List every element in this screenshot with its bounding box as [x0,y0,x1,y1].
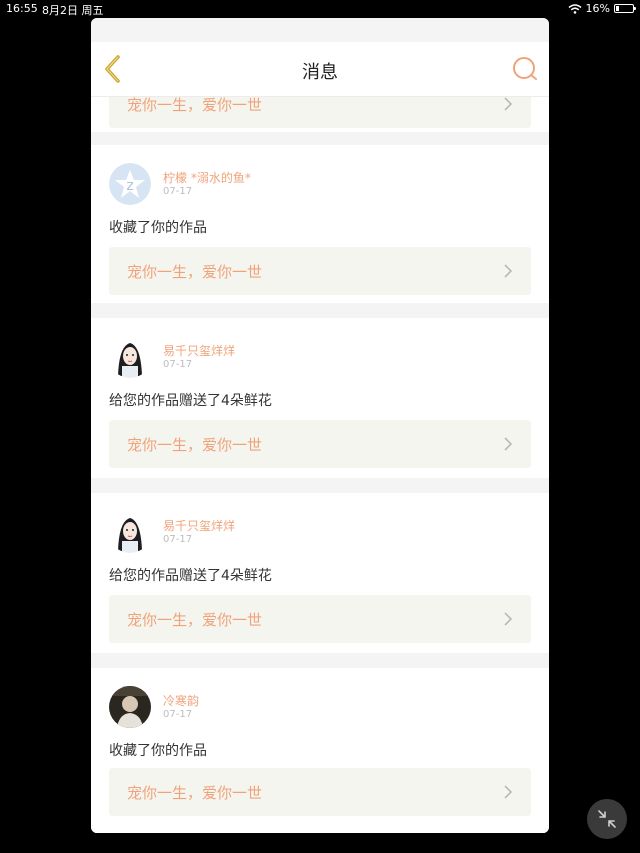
chevron-right-icon [504,612,513,626]
message-panel: 消息 宠你一生，爱你一世 z 柠檬 *溺水的鱼* 07-17 收藏了你的作品 宠… [91,18,549,833]
battery-icon [614,4,636,13]
battery-fill [616,6,619,11]
chevron-right-icon [504,785,513,799]
message-date: 07-17 [163,359,193,370]
list-item: z 柠檬 *溺水的鱼* 07-17 收藏了你的作品 宠你一生，爱你一世 [91,145,549,303]
user-name[interactable]: 易千只玺烊烊 [163,342,235,359]
photo-avatar [109,686,151,728]
wifi-icon [568,3,582,14]
message-action: 收藏了你的作品 [109,220,207,236]
message-list[interactable]: 宠你一生，爱你一世 z 柠檬 *溺水的鱼* 07-17 收藏了你的作品 宠你一生… [91,96,549,833]
work-title: 宠你一生，爱你一世 [127,436,263,454]
nav-bar: 消息 [91,42,549,97]
status-right: 16% [568,2,636,15]
status-date: 8月2日 周五 [42,4,104,17]
user-name[interactable]: 柠檬 *溺水的鱼* [163,169,251,186]
chevron-right-icon [504,264,513,278]
work-link[interactable]: 宠你一生，爱你一世 [109,768,531,816]
page-title: 消息 [302,62,338,83]
collapse-button[interactable] [587,799,627,839]
message-date: 07-17 [163,534,193,545]
svg-text:z: z [126,178,133,194]
status-time: 16:55 [6,2,38,15]
user-avatar[interactable]: z [109,163,151,205]
message-action: 给您的作品赠送了4朵鲜花 [109,393,272,409]
user-name[interactable]: 冷寒韵 [163,692,199,709]
search-icon [513,57,537,80]
status-bar: 16:55 8月2日 周五 16% [0,0,640,18]
message-date: 07-17 [163,186,193,197]
list-item: 宠你一生，爱你一世 [91,96,549,132]
user-avatar[interactable] [109,511,151,553]
message-date: 07-17 [163,709,193,720]
work-link[interactable]: 宠你一生，爱你一世 [109,247,531,295]
search-button[interactable] [511,55,539,83]
work-title: 宠你一生，爱你一世 [127,611,263,629]
message-action: 给您的作品赠送了4朵鲜花 [109,568,272,584]
user-name[interactable]: 易千只玺烊烊 [163,517,235,534]
panel-top-strip [91,18,549,42]
work-title: 宠你一生，爱你一世 [127,784,263,802]
chevron-right-icon [504,437,513,451]
user-avatar[interactable] [109,686,151,728]
work-link[interactable]: 宠你一生，爱你一世 [109,595,531,643]
qq-default-avatar-icon: z [109,163,151,205]
chevron-right-icon [504,97,513,111]
illustrated-girl-avatar [109,336,151,378]
user-avatar[interactable] [109,336,151,378]
work-link[interactable]: 宠你一生，爱你一世 [109,420,531,468]
illustrated-girl-avatar [109,511,151,553]
message-action: 收藏了你的作品 [109,743,207,759]
work-title: 宠你一生，爱你一世 [127,263,263,281]
collapse-arrows-icon [598,810,616,828]
work-link[interactable]: 宠你一生，爱你一世 [109,96,531,128]
work-title: 宠你一生，爱你一世 [127,96,263,114]
battery-percent: 16% [585,2,610,15]
list-item: 冷寒韵 07-17 收藏了你的作品 宠你一生，爱你一世 [91,668,549,833]
list-item: 易千只玺烊烊 07-17 给您的作品赠送了4朵鲜花 宠你一生，爱你一世 [91,493,549,653]
list-item: 易千只玺烊烊 07-17 给您的作品赠送了4朵鲜花 宠你一生，爱你一世 [91,318,549,478]
